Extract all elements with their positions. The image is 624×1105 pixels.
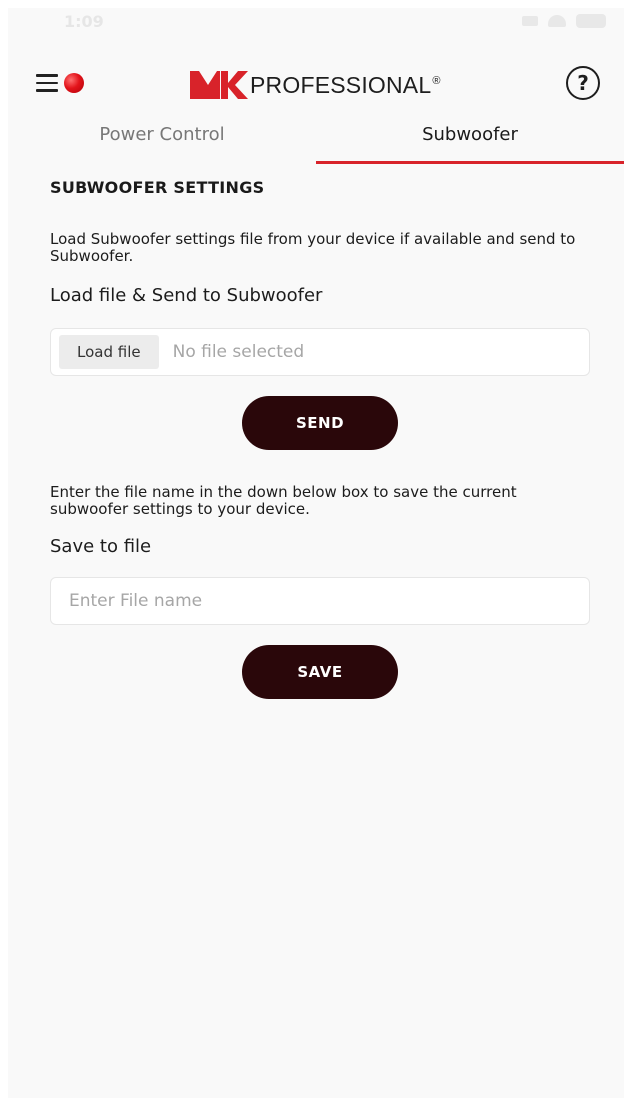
save-button[interactable]: SAVE — [242, 645, 398, 699]
file-status: No file selected — [172, 342, 305, 362]
record-dot-icon — [64, 73, 84, 93]
tab-bar: Power Control Subwoofer — [8, 116, 624, 164]
status-time: 1:09 — [64, 12, 104, 31]
battery-icon — [576, 14, 606, 28]
status-bar: 1:09 — [8, 8, 624, 36]
load-file-button[interactable]: Load file — [59, 335, 159, 369]
save-heading: Save to file — [50, 536, 152, 557]
status-icons — [522, 14, 606, 28]
save-section: Enter the file name in the down below bo… — [50, 484, 590, 699]
tab-subwoofer[interactable]: Subwoofer — [316, 116, 624, 164]
brand-text: PROFESSIONAL® — [250, 71, 441, 98]
app-header: PROFESSIONAL® ? — [8, 60, 624, 110]
help-question-icon: ? — [577, 71, 589, 95]
help-button[interactable]: ? — [566, 66, 600, 100]
save-description: Enter the file name in the down below bo… — [50, 483, 517, 518]
file-picker[interactable]: Load file No file selected — [50, 328, 590, 376]
hamburger-menu-icon — [36, 74, 58, 92]
send-button[interactable]: SEND — [242, 396, 398, 450]
section-title: SUBWOOFER SETTINGS — [50, 178, 265, 197]
file-name-input[interactable] — [50, 577, 590, 625]
tab-power-control[interactable]: Power Control — [8, 116, 316, 164]
signal-icon — [522, 16, 538, 26]
brand-logo: PROFESSIONAL® — [190, 70, 441, 100]
subwoofer-settings-panel: SUBWOOFER SETTINGS Load Subwoofer settin… — [50, 178, 590, 699]
load-description: Load Subwoofer settings file from your d… — [50, 230, 576, 265]
menu-button[interactable] — [36, 70, 86, 96]
app-screen: 1:09 PROFESSIONAL® ? Power Control Subwo… — [8, 8, 624, 1098]
mk-logo-icon — [190, 71, 248, 99]
wifi-icon — [548, 15, 566, 27]
load-heading: Load file & Send to Subwoofer — [50, 285, 323, 306]
